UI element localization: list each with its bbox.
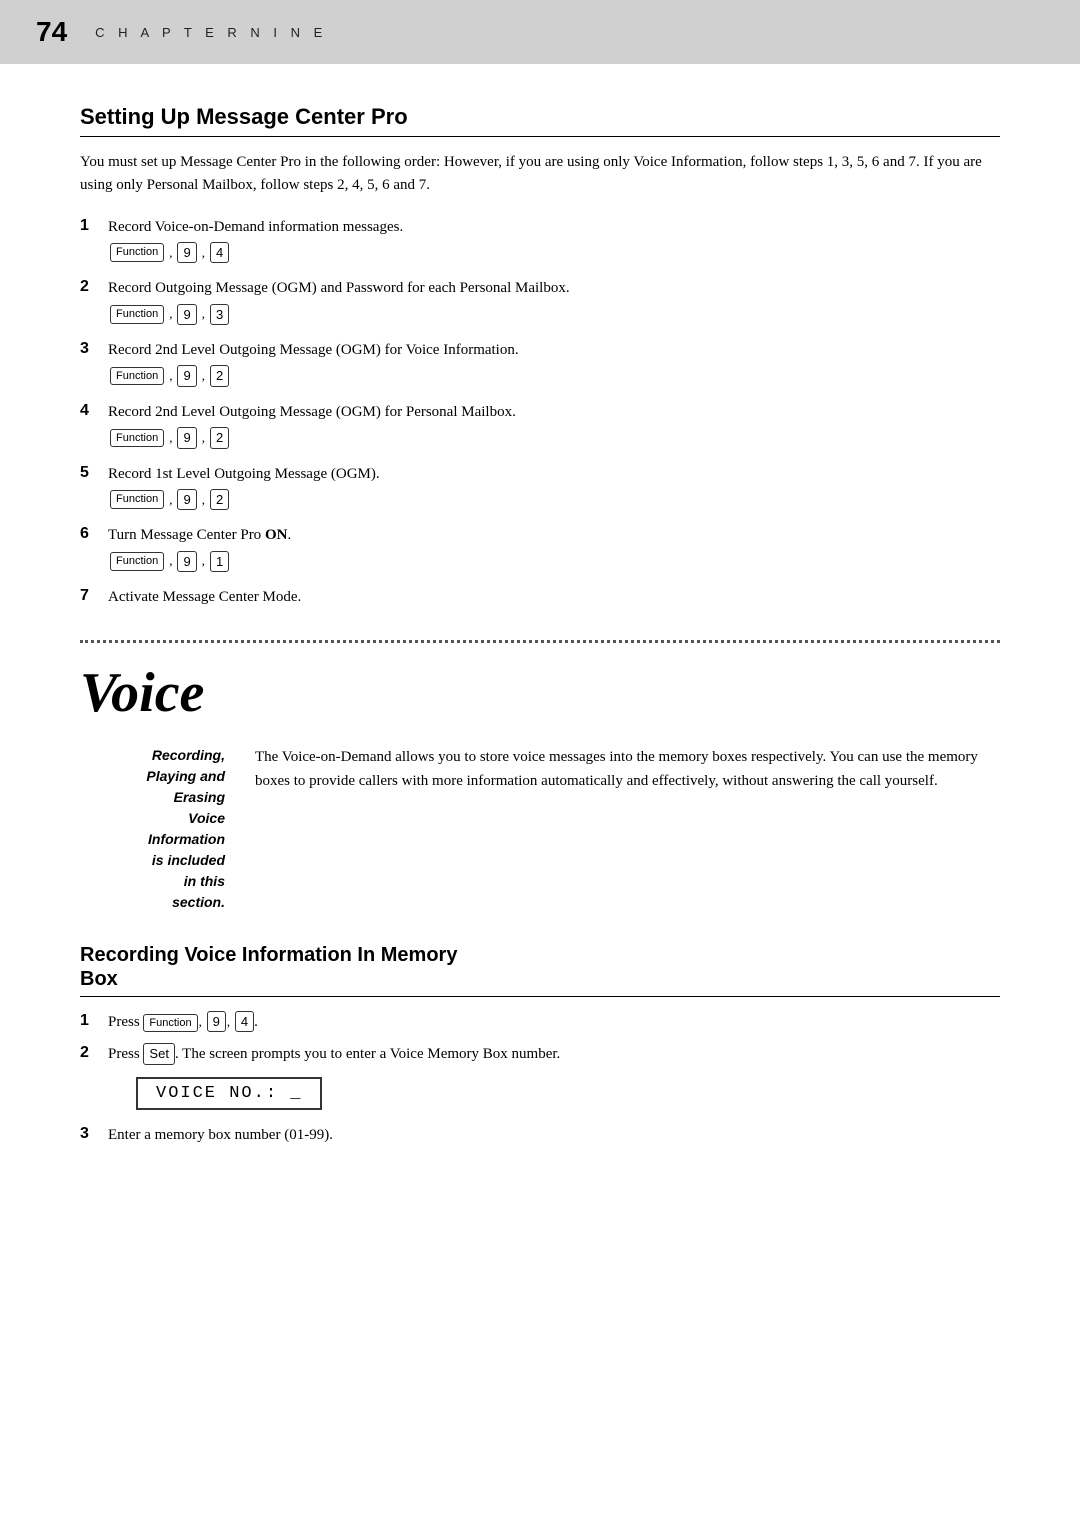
step-6-number: 6 <box>80 524 108 543</box>
step-2-number: 2 <box>80 277 108 296</box>
step-1: 1 Record Voice-on-Demand information mes… <box>80 216 1000 272</box>
step-7-number: 7 <box>80 586 108 605</box>
key-9: 9 <box>177 304 196 326</box>
key-9: 9 <box>177 242 196 264</box>
key-3: 3 <box>210 304 229 326</box>
function-key: Function <box>110 552 164 571</box>
page-number: 74 <box>36 16 67 48</box>
recording-step-3-number: 3 <box>80 1124 108 1143</box>
recording-step-2-text: Press Set. The screen prompts you to ent… <box>108 1043 1000 1066</box>
chapter-label: C H A P T E R N I N E <box>95 25 327 40</box>
voice-sidebar: Recording,Playing andErasingVoiceInforma… <box>80 745 225 913</box>
step-6-content: Turn Message Center Pro ON. Function , 9… <box>108 524 1000 580</box>
recording-step-3-text: Enter a memory box number (01-99). <box>108 1124 1000 1147</box>
key-9: 9 <box>177 365 196 387</box>
recording-step-1-number: 1 <box>80 1011 108 1030</box>
step-6-keys: Function , 9 , 1 <box>110 551 1000 573</box>
function-key: Function <box>110 367 164 386</box>
step-7-text: Activate Message Center Mode. <box>108 586 1000 609</box>
function-key: Function <box>110 429 164 448</box>
recording-step-3: 3 Enter a memory box number (01-99). <box>80 1124 1000 1150</box>
key-2: 2 <box>210 365 229 387</box>
step-2: 2 Record Outgoing Message (OGM) and Pass… <box>80 277 1000 333</box>
step-2-keys: Function , 9 , 3 <box>110 304 1000 326</box>
recording-step-1: 1 Press Function, 9, 4. <box>80 1011 1000 1037</box>
function-key: Function <box>110 490 164 509</box>
page-header: 74 C H A P T E R N I N E <box>0 0 1080 64</box>
step-4-text: Record 2nd Level Outgoing Message (OGM) … <box>108 401 1000 424</box>
setting-intro: You must set up Message Center Pro in th… <box>80 151 1000 198</box>
step-3: 3 Record 2nd Level Outgoing Message (OGM… <box>80 339 1000 395</box>
step-6-text: Turn Message Center Pro ON. <box>108 524 1000 547</box>
section-divider <box>80 136 1000 137</box>
voice-body: Recording,Playing andErasingVoiceInforma… <box>80 745 1000 913</box>
key-4: 4 <box>210 242 229 264</box>
step-2-content: Record Outgoing Message (OGM) and Passwo… <box>108 277 1000 333</box>
set-key: Set <box>143 1043 175 1065</box>
step-7-content: Activate Message Center Mode. <box>108 586 1000 612</box>
step-2-text: Record Outgoing Message (OGM) and Passwo… <box>108 277 1000 300</box>
function-key: Function <box>110 305 164 324</box>
setting-steps: 1 Record Voice-on-Demand information mes… <box>80 216 1000 613</box>
setting-section: Setting Up Message Center Pro You must s… <box>80 104 1000 612</box>
key-1: 1 <box>210 551 229 573</box>
setting-title: Setting Up Message Center Pro <box>80 104 1000 130</box>
recording-step-2-content: Press Set. The screen prompts you to ent… <box>108 1043 1000 1118</box>
dots-row <box>80 640 1000 643</box>
step-1-text: Record Voice-on-Demand information messa… <box>108 216 1000 239</box>
recording-divider <box>80 996 1000 997</box>
step-3-content: Record 2nd Level Outgoing Message (OGM) … <box>108 339 1000 395</box>
step-4-content: Record 2nd Level Outgoing Message (OGM) … <box>108 401 1000 457</box>
function-key: Function <box>143 1014 197 1033</box>
step-3-keys: Function , 9 , 2 <box>110 365 1000 387</box>
recording-section: Recording Voice Information In Memory Bo… <box>80 943 1000 1151</box>
step-1-keys: Function , 9 , 4 <box>110 242 1000 264</box>
key-4: 4 <box>235 1011 254 1033</box>
voice-main-text: The Voice-on-Demand allows you to store … <box>255 745 1000 913</box>
step-1-content: Record Voice-on-Demand information messa… <box>108 216 1000 272</box>
voice-section: Voice Recording,Playing andErasingVoiceI… <box>80 663 1000 1150</box>
key-9: 9 <box>207 1011 226 1033</box>
key-9: 9 <box>177 489 196 511</box>
key-2b: 2 <box>210 427 229 449</box>
key-2c: 2 <box>210 489 229 511</box>
voice-title: Voice <box>80 663 1000 725</box>
step-3-number: 3 <box>80 339 108 358</box>
recording-step-1-text: Press Function, 9, 4. <box>108 1011 1000 1034</box>
step-3-text: Record 2nd Level Outgoing Message (OGM) … <box>108 339 1000 362</box>
step-5-number: 5 <box>80 463 108 482</box>
function-key: Function <box>110 243 164 262</box>
step-5-text: Record 1st Level Outgoing Message (OGM). <box>108 463 1000 486</box>
recording-step-2-number: 2 <box>80 1043 108 1062</box>
key-9: 9 <box>177 427 196 449</box>
lcd-display: VOICE NO.: _ <box>136 1077 322 1110</box>
recording-step-1-content: Press Function, 9, 4. <box>108 1011 1000 1037</box>
step-4: 4 Record 2nd Level Outgoing Message (OGM… <box>80 401 1000 457</box>
step-7: 7 Activate Message Center Mode. <box>80 586 1000 612</box>
recording-steps: 1 Press Function, 9, 4. 2 Press Set. The… <box>80 1011 1000 1151</box>
step-1-number: 1 <box>80 216 108 235</box>
step-5-keys: Function , 9 , 2 <box>110 489 1000 511</box>
dotted-divider <box>80 640 1000 643</box>
key-9: 9 <box>177 551 196 573</box>
recording-step-2: 2 Press Set. The screen prompts you to e… <box>80 1043 1000 1118</box>
recording-title: Recording Voice Information In Memory Bo… <box>80 943 1000 991</box>
step-6: 6 Turn Message Center Pro ON. Function ,… <box>80 524 1000 580</box>
step-4-keys: Function , 9 , 2 <box>110 427 1000 449</box>
main-content: Setting Up Message Center Pro You must s… <box>0 64 1080 1201</box>
step-4-number: 4 <box>80 401 108 420</box>
step-5: 5 Record 1st Level Outgoing Message (OGM… <box>80 463 1000 519</box>
recording-step-3-content: Enter a memory box number (01-99). <box>108 1124 1000 1150</box>
step-5-content: Record 1st Level Outgoing Message (OGM).… <box>108 463 1000 519</box>
